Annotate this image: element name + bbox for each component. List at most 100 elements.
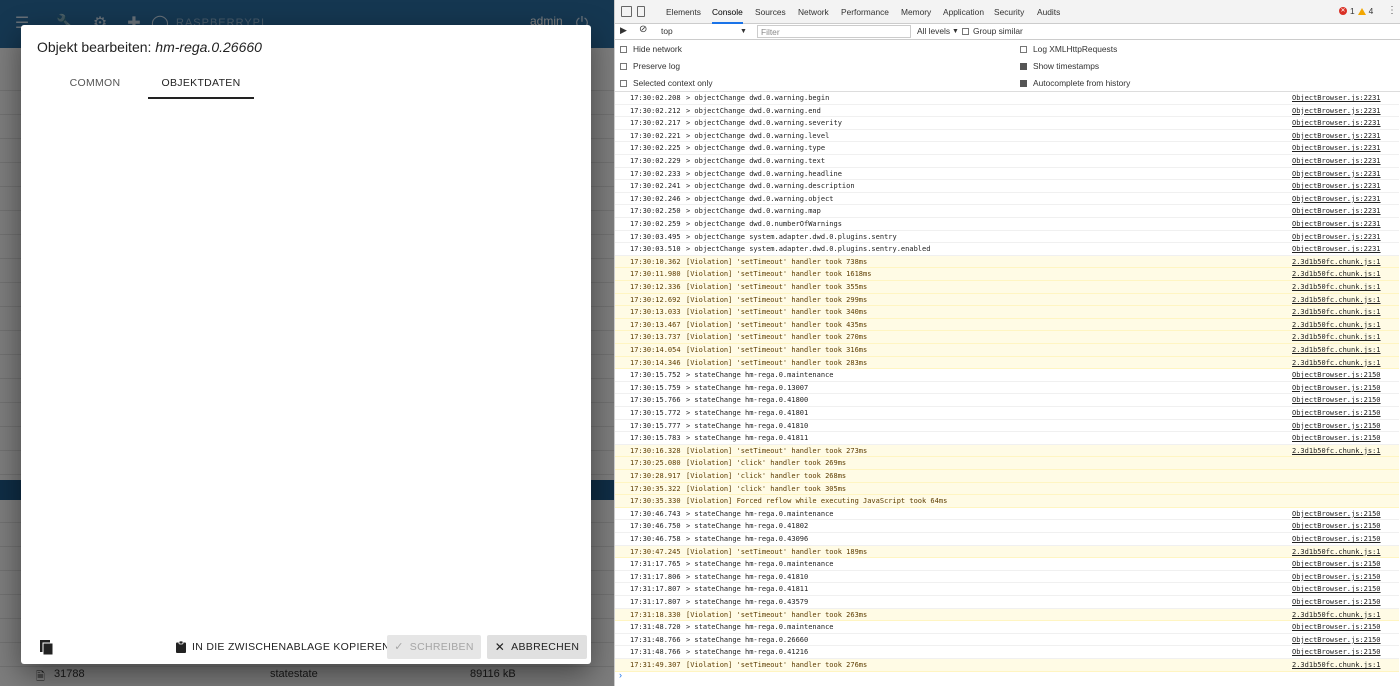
log-source-link[interactable]: 2.3d1b50fc.chunk.js:1 bbox=[1292, 331, 1381, 343]
filter-input[interactable] bbox=[757, 25, 911, 38]
console-log-row[interactable]: 17:30:02.259 > objectChange dwd.0.numberO… bbox=[615, 218, 1399, 231]
log-source-link[interactable]: ObjectBrowser.js:2231 bbox=[1292, 155, 1381, 167]
console-log-row[interactable]: 17:31:48.720 > stateChange hm-rega.0.main… bbox=[615, 621, 1399, 634]
log-source-link[interactable]: ObjectBrowser.js:2231 bbox=[1292, 205, 1381, 217]
show-timestamps-checkbox[interactable] bbox=[1020, 62, 1027, 70]
log-source-link[interactable]: ObjectBrowser.js:2231 bbox=[1292, 231, 1381, 243]
console-log-row[interactable]: 17:30:15.766 > stateChange hm-rega.0.4180… bbox=[615, 394, 1399, 407]
tab-performance[interactable]: Performance bbox=[841, 0, 889, 24]
tab-application[interactable]: Application bbox=[943, 0, 984, 24]
log-source-link[interactable]: ObjectBrowser.js:2231 bbox=[1292, 243, 1381, 255]
console-log-row[interactable]: 17:31:48.766 > stateChange hm-rega.0.4121… bbox=[615, 646, 1399, 659]
selected-context-checkbox[interactable] bbox=[620, 79, 627, 87]
console-log-row[interactable]: 17:31:17.765 > stateChange hm-rega.0.main… bbox=[615, 558, 1399, 571]
tab-memory[interactable]: Memory bbox=[901, 0, 931, 24]
console-warning-row[interactable]: 17:30:14.346 [Violation] 'setTimeout' han… bbox=[615, 356, 1399, 370]
log-source-link[interactable]: ObjectBrowser.js:2150 bbox=[1292, 432, 1381, 444]
selected-context-setting[interactable]: Selected context only bbox=[620, 77, 713, 89]
console-warning-row[interactable]: 17:30:47.245 [Violation] 'setTimeout' han… bbox=[615, 545, 1399, 559]
console-log-row[interactable]: 17:30:15.772 > stateChange hm-rega.0.4180… bbox=[615, 407, 1399, 420]
console-warning-row[interactable]: 17:30:13.737 [Violation] 'setTimeout' han… bbox=[615, 331, 1399, 344]
log-source-link[interactable]: ObjectBrowser.js:2150 bbox=[1292, 533, 1381, 545]
console-warning-row[interactable]: 17:30:16.328 [Violation] 'setTimeout' han… bbox=[615, 444, 1399, 458]
log-source-link[interactable]: ObjectBrowser.js:2231 bbox=[1292, 218, 1381, 230]
more-options-icon[interactable]: ⋮ bbox=[1387, 5, 1397, 16]
copy-to-clipboard-button[interactable]: IN DIE ZWISCHENABLAGE KOPIEREN bbox=[168, 635, 398, 659]
log-source-link[interactable]: ObjectBrowser.js:2231 bbox=[1292, 117, 1381, 129]
console-log-row[interactable]: 17:30:15.752 > stateChange hm-rega.0.main… bbox=[615, 369, 1399, 382]
preserve-log-setting[interactable]: Preserve log bbox=[620, 60, 680, 72]
log-source-link[interactable]: 2.3d1b50fc.chunk.js:1 bbox=[1292, 357, 1381, 369]
console-warning-row[interactable]: 17:30:28.917 [Violation] 'click' handler … bbox=[615, 470, 1399, 483]
log-source-link[interactable]: ObjectBrowser.js:2150 bbox=[1292, 621, 1381, 633]
show-timestamps-setting[interactable]: Show timestamps bbox=[1020, 60, 1099, 72]
log-source-link[interactable]: ObjectBrowser.js:2231 bbox=[1292, 142, 1381, 154]
log-xhr-setting[interactable]: Log XMLHttpRequests bbox=[1020, 43, 1117, 55]
log-source-link[interactable]: 2.3d1b50fc.chunk.js:1 bbox=[1292, 268, 1381, 280]
log-source-link[interactable]: ObjectBrowser.js:2150 bbox=[1292, 369, 1381, 381]
log-source-link[interactable]: 2.3d1b50fc.chunk.js:1 bbox=[1292, 306, 1381, 318]
console-log-row[interactable]: 17:31:17.807 > stateChange hm-rega.0.4181… bbox=[615, 583, 1399, 596]
log-source-link[interactable]: ObjectBrowser.js:2231 bbox=[1292, 180, 1381, 192]
log-source-link[interactable]: ObjectBrowser.js:2150 bbox=[1292, 634, 1381, 646]
console-warning-row[interactable]: 17:31:49.307 [Violation] 'setTimeout' han… bbox=[615, 659, 1399, 672]
console-log-row[interactable]: 17:30:46.750 > stateChange hm-rega.0.4180… bbox=[615, 520, 1399, 533]
log-source-link[interactable]: ObjectBrowser.js:2231 bbox=[1292, 130, 1381, 142]
cancel-button[interactable]: ✕ ABBRECHEN bbox=[487, 635, 587, 659]
log-source-link[interactable]: 2.3d1b50fc.chunk.js:1 bbox=[1292, 294, 1381, 306]
log-source-link[interactable]: ObjectBrowser.js:2231 bbox=[1292, 193, 1381, 205]
log-source-link[interactable]: 2.3d1b50fc.chunk.js:1 bbox=[1292, 344, 1381, 356]
issue-counter[interactable]: ✕ 1 4 bbox=[1339, 6, 1373, 16]
console-log-row[interactable]: 17:31:17.807 > stateChange hm-rega.0.4357… bbox=[615, 596, 1399, 609]
write-button[interactable]: ✓ SCHREIBEN bbox=[387, 635, 481, 659]
group-similar-checkbox[interactable] bbox=[962, 28, 969, 35]
console-log-row[interactable]: 17:30:15.783 > stateChange hm-rega.0.4181… bbox=[615, 432, 1399, 445]
console-log-row[interactable]: 17:30:02.221 > objectChange dwd.0.warning… bbox=[615, 130, 1399, 143]
log-source-link[interactable]: 2.3d1b50fc.chunk.js:1 bbox=[1292, 659, 1381, 671]
console-log-row[interactable]: 17:31:48.766 > stateChange hm-rega.0.2666… bbox=[615, 634, 1399, 647]
log-source-link[interactable]: ObjectBrowser.js:2150 bbox=[1292, 407, 1381, 419]
console-log-row[interactable]: 17:30:02.225 > objectChange dwd.0.warning… bbox=[615, 142, 1399, 155]
console-log-row[interactable]: 17:30:03.495 > objectChange system.adapte… bbox=[615, 231, 1399, 244]
console-warning-row[interactable]: 17:30:13.467 [Violation] 'setTimeout' han… bbox=[615, 318, 1399, 332]
console-warning-row[interactable]: 17:30:10.362 [Violation] 'setTimeout' han… bbox=[615, 255, 1399, 269]
hide-network-checkbox[interactable] bbox=[620, 45, 627, 53]
console-warning-row[interactable]: 17:30:25.080 [Violation] 'click' handler … bbox=[615, 457, 1399, 470]
log-source-link[interactable]: ObjectBrowser.js:2150 bbox=[1292, 382, 1381, 394]
console-warning-row[interactable]: 17:30:14.054 [Violation] 'setTimeout' han… bbox=[615, 344, 1399, 357]
device-toolbar-icon[interactable] bbox=[637, 6, 645, 17]
tab-audits[interactable]: Audits bbox=[1037, 0, 1060, 24]
log-source-link[interactable]: ObjectBrowser.js:2231 bbox=[1292, 92, 1381, 104]
tab-common[interactable]: COMMON bbox=[42, 69, 148, 99]
group-similar-toggle[interactable]: Group similar bbox=[962, 25, 1023, 38]
hide-network-setting[interactable]: Hide network bbox=[620, 43, 682, 55]
console-log-row[interactable]: 17:30:02.208 > objectChange dwd.0.warning… bbox=[615, 92, 1399, 105]
log-source-link[interactable]: ObjectBrowser.js:2150 bbox=[1292, 508, 1381, 520]
clear-console-icon[interactable]: ⊘ bbox=[639, 24, 647, 35]
console-warning-row[interactable]: 17:30:13.033 [Violation] 'setTimeout' han… bbox=[615, 306, 1399, 319]
console-log-row[interactable]: 17:30:02.217 > objectChange dwd.0.warning… bbox=[615, 117, 1399, 130]
console-log-row[interactable]: 17:30:46.743 > stateChange hm-rega.0.main… bbox=[615, 508, 1399, 521]
sidebar-toggle-icon[interactable]: ▶ bbox=[620, 25, 627, 36]
console-log-row[interactable]: 17:30:02.229 > objectChange dwd.0.warning… bbox=[615, 155, 1399, 168]
autocomplete-checkbox[interactable] bbox=[1020, 79, 1027, 87]
preserve-log-checkbox[interactable] bbox=[620, 62, 627, 70]
console-warning-row[interactable]: 17:30:12.692 [Violation] 'setTimeout' han… bbox=[615, 293, 1399, 307]
log-source-link[interactable]: ObjectBrowser.js:2150 bbox=[1292, 520, 1381, 532]
console-log-row[interactable]: 17:30:02.233 > objectChange dwd.0.warning… bbox=[615, 168, 1399, 181]
tab-security[interactable]: Security bbox=[994, 0, 1024, 24]
log-source-link[interactable]: 2.3d1b50fc.chunk.js:1 bbox=[1292, 445, 1381, 457]
log-source-link[interactable]: 2.3d1b50fc.chunk.js:1 bbox=[1292, 256, 1381, 268]
log-xhr-checkbox[interactable] bbox=[1020, 45, 1027, 53]
log-source-link[interactable]: 2.3d1b50fc.chunk.js:1 bbox=[1292, 319, 1381, 331]
log-source-link[interactable]: ObjectBrowser.js:2150 bbox=[1292, 583, 1381, 595]
copy-file-icon[interactable] bbox=[39, 639, 55, 657]
inspect-element-icon[interactable] bbox=[621, 6, 632, 17]
log-source-link[interactable]: 2.3d1b50fc.chunk.js:1 bbox=[1292, 546, 1381, 558]
console-output[interactable]: › 17:30:02.208 > objectChange dwd.0.warni… bbox=[615, 92, 1400, 686]
log-source-link[interactable]: ObjectBrowser.js:2231 bbox=[1292, 168, 1381, 180]
tab-objektdaten[interactable]: OBJEKTDATEN bbox=[148, 69, 254, 99]
log-source-link[interactable]: ObjectBrowser.js:2150 bbox=[1292, 571, 1381, 583]
log-source-link[interactable]: ObjectBrowser.js:2150 bbox=[1292, 420, 1381, 432]
console-log-row[interactable]: 17:30:03.510 > objectChange system.adapte… bbox=[615, 243, 1399, 256]
